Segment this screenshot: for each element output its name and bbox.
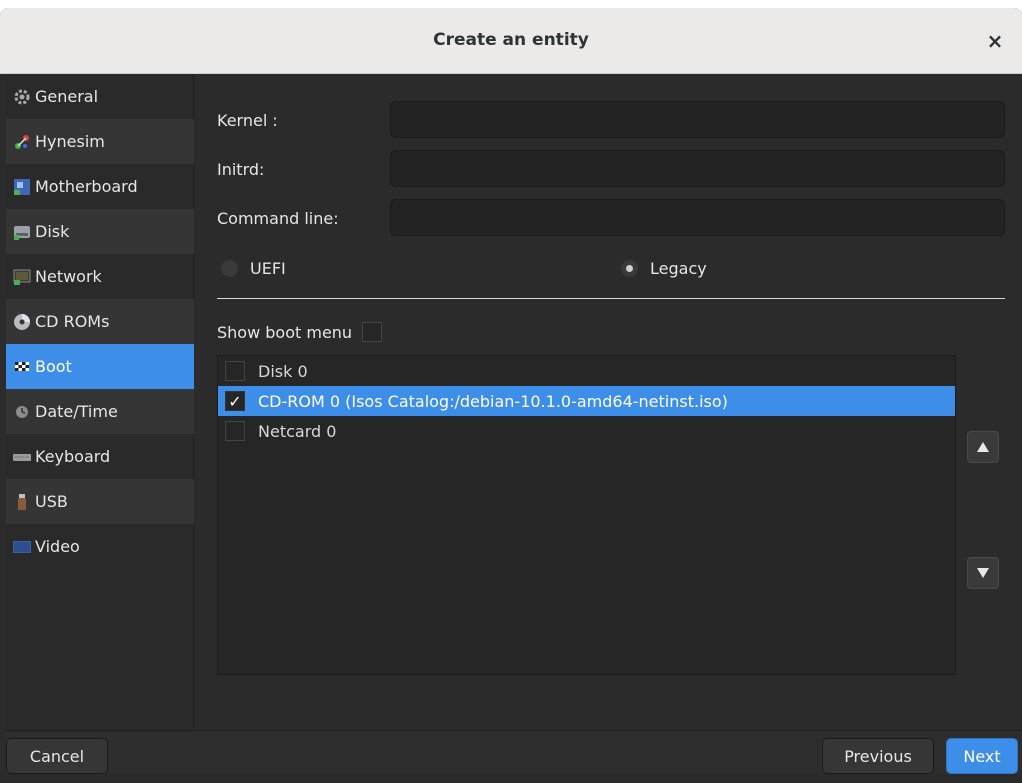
sidebar-item-boot[interactable]: Boot [6,344,194,389]
dialog-title: Create an entity [433,30,589,50]
sidebar-item-label: Boot [35,357,72,376]
move-up-button[interactable] [967,431,999,463]
clock-icon [13,403,31,421]
sidebar-item-label: Network [35,267,102,286]
boot-device-checkbox[interactable] [225,421,245,441]
sidebar-item-label: Date/Time [35,402,118,421]
uefi-radio-label: UEFI [250,259,286,278]
triangle-up-icon [977,442,989,452]
command-line-input[interactable] [390,199,1005,236]
boot-device-label: Netcard 0 [258,421,337,441]
uefi-radio-indicator [221,260,238,277]
list-item[interactable]: Disk 0 [218,356,955,386]
sidebar-item-usb[interactable]: USB [6,479,194,524]
sidebar-item-network[interactable]: Network [6,254,194,299]
motherboard-icon [13,178,31,196]
kernel-label: Kernel : [217,111,278,130]
sidebar-item-cd-roms[interactable]: CD ROMs [6,299,194,344]
gear-icon [13,88,31,106]
sidebar-item-motherboard[interactable]: Motherboard [6,164,194,209]
sidebar-item-keyboard[interactable]: Keyboard [6,434,194,479]
list-item[interactable]: ✓ CD-ROM 0 (Isos Catalog:/debian-10.1.0-… [218,386,955,416]
sidebar-item-label: CD ROMs [35,312,110,331]
uefi-radio[interactable]: UEFI [221,259,286,278]
close-icon: × [986,29,1004,53]
sidebar-item-label: USB [35,492,68,511]
sidebar-item-label: Video [35,537,80,556]
sidebar-item-label: Disk [35,222,70,241]
triangle-down-icon [977,568,989,578]
kernel-input[interactable] [390,101,1005,138]
boot-device-checkbox[interactable] [225,361,245,381]
initrd-input[interactable] [390,150,1005,187]
sidebar-item-video[interactable]: Video [6,524,194,569]
boot-device-label: Disk 0 [258,361,308,381]
title-bar: Create an entity × [0,8,1022,74]
disk-icon [13,223,31,241]
cancel-button[interactable]: Cancel [6,738,108,774]
initrd-label: Initrd: [217,160,265,179]
check-icon: ✓ [228,391,242,411]
sidebar-item-label: Hynesim [35,132,105,151]
separator [217,298,1005,299]
next-button[interactable]: Next [946,738,1018,774]
usb-icon [13,493,31,511]
cdrom-icon [13,313,31,331]
boot-device-label: CD-ROM 0 (Isos Catalog:/debian-10.1.0-am… [258,391,728,411]
show-boot-menu-label: Show boot menu [217,322,353,342]
sidebar-item-label: Motherboard [35,177,138,196]
command-line-label: Command line: [217,209,339,228]
sidebar-item-date-time[interactable]: Date/Time [6,389,194,434]
boot-settings-panel: Kernel : Initrd: Command line: UEFI Lega… [195,74,1022,730]
hynesim-icon [13,133,31,151]
sidebar-item-general[interactable]: General [6,74,194,119]
close-button[interactable]: × [982,28,1008,54]
sidebar-item-disk[interactable]: Disk [6,209,194,254]
list-item[interactable]: Netcard 0 [218,416,955,446]
sidebar-item-label: Keyboard [35,447,111,466]
legacy-radio-label: Legacy [650,259,707,278]
network-icon [13,268,31,286]
sidebar-item-hynesim[interactable]: Hynesim [6,119,194,164]
keyboard-icon [13,448,31,466]
boot-order-list: Disk 0 ✓ CD-ROM 0 (Isos Catalog:/debian-… [217,355,956,675]
show-boot-menu-checkbox[interactable] [362,322,383,342]
dialog-body: General Hynesim Motherboard Disk Network… [6,74,1022,774]
show-boot-menu-row: Show boot menu [217,322,383,342]
move-down-button[interactable] [967,557,999,589]
sidebar-item-label: General [35,87,99,106]
dialog-footer: Cancel Previous Next [6,730,1022,774]
boot-device-checkbox[interactable]: ✓ [225,391,245,411]
checkered-flag-icon [13,358,31,376]
category-sidebar: General Hynesim Motherboard Disk Network… [6,74,194,730]
legacy-radio[interactable]: Legacy [621,259,707,278]
create-entity-dialog: Create an entity × General Hynesim Mothe… [0,8,1022,783]
monitor-icon [13,538,31,556]
legacy-radio-indicator [621,260,638,277]
previous-button[interactable]: Previous [822,738,934,774]
